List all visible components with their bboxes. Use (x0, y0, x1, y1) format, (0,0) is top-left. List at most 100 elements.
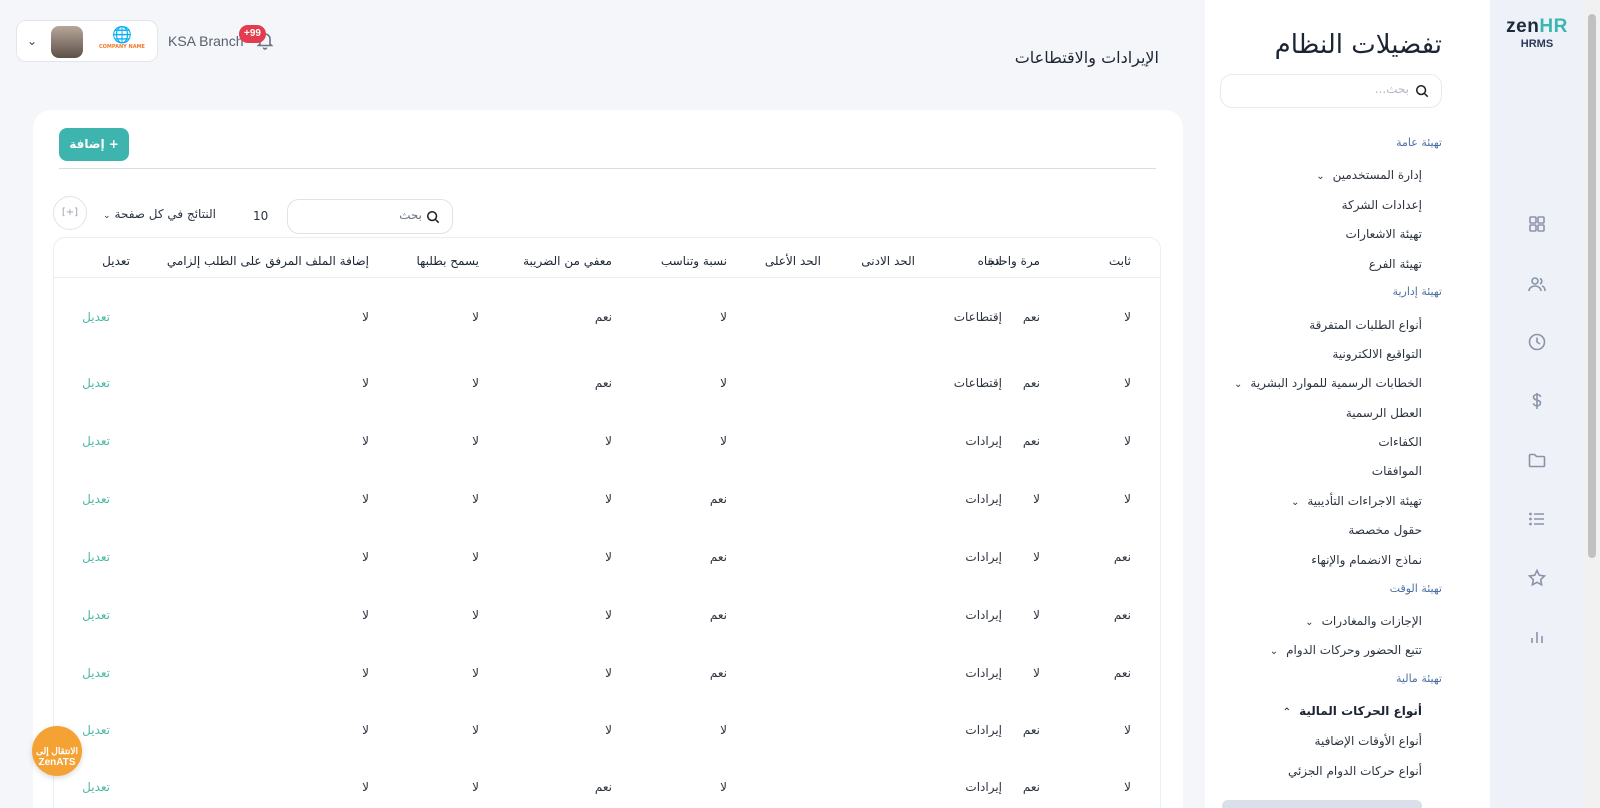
folder-icon[interactable] (1527, 450, 1547, 470)
notification-badge[interactable]: +99 (239, 25, 266, 43)
table-cell-direction: إقتطاعات (953, 376, 1002, 390)
sidebar-item-custom-fields[interactable]: حقول مخصصة (1348, 523, 1422, 537)
sidebar-item-part-time-types[interactable]: أنواع حركات الدوام الجزئي (1288, 764, 1422, 778)
sidebar-item-hr-letters[interactable]: الخطابات الرسمية للموارد البشرية ⌄ (1234, 376, 1422, 390)
chevron-down-icon: ⌄ (1305, 617, 1314, 628)
add-button[interactable]: + إضافة (59, 128, 129, 161)
icon-rail: zenHR HRMS (1490, 0, 1584, 808)
branch-switcher[interactable]: ⌄ 🌐 COMPANY NAME (16, 20, 158, 62)
column-header-tax-exempt: معفي من الضريبة (523, 254, 612, 268)
avatar[interactable] (51, 26, 83, 58)
table-cell-tax-exempt: نعم (594, 310, 612, 324)
table-cell-direction: إيرادات (965, 608, 1002, 622)
sidebar-item-users[interactable]: إدارة المستخدمين ⌄ (1316, 168, 1422, 182)
table-cell-proportional: نعم (709, 492, 727, 506)
table-cell-proportional: لا (720, 310, 727, 324)
sidebar-item-active[interactable] (1222, 800, 1422, 808)
edit-link[interactable]: تعديل (82, 310, 110, 324)
table-cell-requestable: لا (472, 723, 479, 737)
sidebar-item-label: أنواع الحركات المالية (1299, 704, 1422, 718)
table-cell-fixed: لا (1124, 376, 1131, 390)
table-cell-direction: إيرادات (965, 550, 1002, 564)
sidebar-item-misc-requests[interactable]: أنواع الطلبات المتفرقة (1309, 318, 1422, 332)
edit-link[interactable]: تعديل (82, 550, 110, 564)
edit-link[interactable]: تعديل (82, 780, 110, 794)
sidebar-item-competencies[interactable]: الكفاءات (1378, 435, 1422, 449)
sidebar-item-onboarding[interactable]: نماذج الانضمام والإنهاء (1311, 553, 1422, 567)
grid-icon[interactable] (1527, 214, 1547, 234)
sidebar-item-label: الإجازات والمغادرات (1321, 614, 1422, 628)
per-page-select[interactable]: النتائج في كل صفحة⌄ (103, 207, 216, 221)
sidebar-search[interactable] (1220, 74, 1442, 108)
table-cell-one-time: نعم (1022, 780, 1040, 794)
table-cell-one-time: لا (1033, 666, 1040, 680)
zenhr-logo[interactable]: zenHR HRMS (1490, 16, 1584, 50)
edit-link[interactable]: تعديل (82, 376, 110, 390)
sidebar-item-overtime-types[interactable]: أنواع الأوقات الإضافية (1315, 734, 1422, 748)
sidebar-item-label: تهيئة الاجراءات التأديبية (1307, 494, 1422, 508)
section-administrative: تهيئة إدارية (1392, 285, 1442, 298)
table-search[interactable] (287, 199, 453, 234)
table-cell-tax-exempt: لا (605, 492, 612, 506)
edit-link[interactable]: تعديل (82, 492, 110, 506)
page-title: الإيرادات والاقتطاعات (1014, 48, 1159, 67)
dollar-icon[interactable] (1527, 391, 1547, 411)
sidebar-item-attendance[interactable]: تتبع الحضور وحركات الدوام ⌄ (1270, 643, 1422, 657)
table-cell-tax-exempt: لا (605, 723, 612, 737)
table-cell-fixed: نعم (1113, 666, 1131, 680)
star-icon[interactable] (1527, 568, 1547, 588)
table-cell-direction: إيرادات (965, 492, 1002, 506)
sidebar-item-notifications[interactable]: تهيئة الاشعارات (1346, 227, 1422, 241)
company-logo: 🌐 COMPANY NAME (97, 26, 147, 58)
section-time: تهيئة الوقت (1389, 582, 1442, 595)
zenats-switch-button[interactable]: الانتقال إلى ZenATS (32, 726, 82, 776)
table-header-divider (54, 277, 1160, 278)
table-cell-proportional: لا (720, 376, 727, 390)
sidebar-item-approvals[interactable]: الموافقات (1372, 464, 1422, 478)
clock-icon[interactable] (1527, 332, 1547, 352)
edit-link[interactable]: تعديل (82, 608, 110, 622)
table-cell-requestable: لا (472, 434, 479, 448)
table-cell-fixed: لا (1124, 310, 1131, 324)
table-cell-attachment-required: لا (362, 492, 369, 506)
brand-main: zen (1506, 16, 1540, 37)
sidebar-item-branch[interactable]: تهيئة الفرع (1369, 257, 1422, 271)
per-page-value[interactable]: 10 (253, 209, 268, 223)
chevron-down-icon: ⌄ (1290, 497, 1300, 508)
sidebar-item-company-settings[interactable]: إعدادات الشركة (1342, 198, 1422, 212)
sidebar-item-financial-types[interactable]: أنواع الحركات المالية ⌃ (1283, 704, 1422, 718)
columns-toggle-icon[interactable]: [+] (53, 196, 87, 230)
bar-chart-icon[interactable] (1527, 627, 1547, 647)
table-cell-tax-exempt: لا (605, 608, 612, 622)
fab-line2: ZenATS (38, 757, 76, 768)
chevron-down-icon: ⌄ (1234, 379, 1243, 390)
sidebar-item-label: إدارة المستخدمين (1332, 168, 1422, 182)
table-cell-one-time: لا (1033, 550, 1040, 564)
sidebar-item-leaves[interactable]: الإجازات والمغادرات ⌄ (1305, 614, 1422, 628)
edit-link[interactable]: تعديل (82, 666, 110, 680)
table-cell-attachment-required: لا (362, 434, 369, 448)
table-cell-attachment-required: لا (362, 780, 369, 794)
brand-accent: HR (1539, 16, 1568, 37)
table-search-input[interactable] (302, 208, 422, 222)
table-cell-fixed: لا (1124, 780, 1131, 794)
brand-sub: HRMS (1520, 38, 1554, 50)
sidebar-item-e-signatures[interactable]: التواقيع الالكترونية (1332, 347, 1422, 361)
sidebar-item-holidays[interactable]: العطل الرسمية (1346, 406, 1422, 420)
sidebar-item-label: الخطابات الرسمية للموارد البشرية (1250, 376, 1422, 390)
column-header-proportional: نسبة وتناسب (660, 254, 727, 268)
edit-link[interactable]: تعديل (82, 434, 110, 448)
edit-link[interactable]: تعديل (82, 723, 110, 737)
page-scrollbar[interactable] (1584, 0, 1600, 808)
chevron-up-icon: ⌃ (1282, 707, 1292, 718)
branch-name[interactable]: KSA Branch (168, 33, 244, 49)
list-icon[interactable] (1527, 509, 1547, 529)
scrollbar-thumb[interactable] (1588, 14, 1596, 558)
users-icon[interactable] (1527, 274, 1547, 294)
sidebar-search-input[interactable] (1239, 82, 1409, 96)
settings-sidebar: تفضيلات النظام تهيئة عامة إدارة المستخدم… (1205, 0, 1490, 808)
table-cell-requestable: لا (472, 492, 479, 506)
sidebar-item-disciplinary[interactable]: تهيئة الاجراءات التأديبية ⌄ (1291, 494, 1422, 508)
table-cell-tax-exempt: نعم (594, 780, 612, 794)
search-icon (426, 210, 440, 224)
